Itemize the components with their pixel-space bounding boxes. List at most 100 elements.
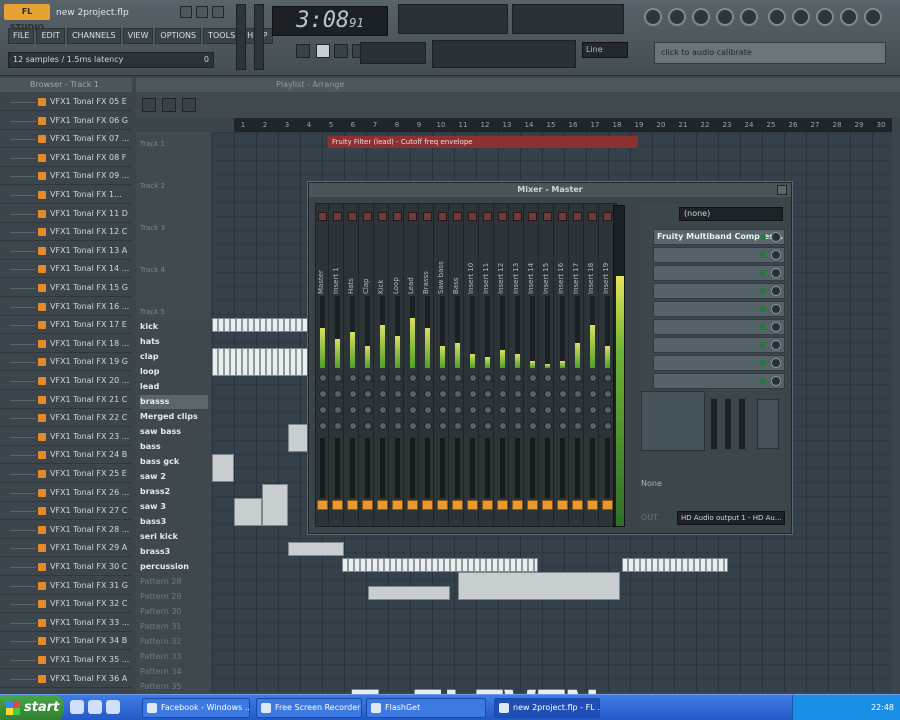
channel-knob[interactable] (499, 390, 507, 398)
pattern-item[interactable]: Merged clips (140, 410, 208, 424)
volume-fader[interactable] (485, 438, 490, 498)
mixer-channel[interactable]: Insert 16 (556, 204, 569, 526)
channel-knob[interactable] (469, 422, 477, 430)
mute-button[interactable] (573, 212, 582, 221)
channel-knob[interactable] (334, 390, 342, 398)
eq-display[interactable] (641, 391, 705, 451)
channel-knob[interactable] (439, 374, 447, 382)
pattern-item[interactable]: kick (140, 320, 208, 334)
mixer-channel[interactable]: Loop (391, 204, 404, 526)
slot-enable-led[interactable] (760, 360, 766, 366)
mute-button[interactable] (588, 212, 597, 221)
channel-knob[interactable] (499, 374, 507, 382)
channel-knob[interactable] (589, 390, 597, 398)
mute-button[interactable] (543, 212, 552, 221)
media-icon[interactable] (88, 700, 102, 714)
slot-mix-knob[interactable] (771, 376, 781, 386)
mute-button[interactable] (333, 212, 342, 221)
browser-icon[interactable] (716, 8, 734, 26)
channel-knob[interactable] (394, 422, 402, 430)
browser-item[interactable]: VFX1 Tonal FX 08 F (0, 150, 132, 167)
browser-item[interactable]: VFX1 Tonal FX 1... (0, 187, 132, 204)
channel-knob[interactable] (529, 422, 537, 430)
track-name[interactable]: Track 3 (140, 224, 165, 232)
volume-fader[interactable] (575, 438, 580, 498)
channel-knob[interactable] (454, 422, 462, 430)
browser-item[interactable]: VFX1 Tonal FX 15 G (0, 280, 132, 297)
taskbar-item[interactable]: Facebook - Windows ... (142, 698, 250, 718)
master-volume-slider[interactable] (236, 4, 246, 70)
channel-knob[interactable] (409, 390, 417, 398)
channel-knob[interactable] (424, 374, 432, 382)
browser-item[interactable]: VFX1 Tonal FX 22 C (0, 410, 132, 428)
fx-slot[interactable] (653, 265, 785, 281)
fx-slot[interactable] (653, 319, 785, 335)
mute-button[interactable] (438, 212, 447, 221)
browser-item[interactable]: VFX1 Tonal FX 36 A (0, 671, 132, 688)
browser-item[interactable]: VFX1 Tonal FX 11 D (0, 206, 132, 223)
route-button[interactable] (422, 500, 433, 510)
fx-slot[interactable] (653, 247, 785, 263)
volume-fader[interactable] (530, 438, 535, 498)
browser-item[interactable]: VFX1 Tonal FX 35 ... (0, 652, 132, 669)
channel-knob[interactable] (379, 390, 387, 398)
mixer-channel[interactable]: Insert 15 (541, 204, 554, 526)
route-button[interactable] (587, 500, 598, 510)
browser-item[interactable]: VFX1 Tonal FX 06 G (0, 113, 132, 130)
slot-enable-led[interactable] (760, 306, 766, 312)
fx-slot[interactable] (653, 301, 785, 317)
slot-mix-knob[interactable] (771, 232, 781, 242)
channel-knob[interactable] (379, 374, 387, 382)
plugin-picker-icon[interactable] (792, 8, 810, 26)
mute-button[interactable] (558, 212, 567, 221)
browser-item[interactable]: VFX1 Tonal FX 24 B (0, 447, 132, 465)
channel-knob[interactable] (544, 390, 552, 398)
route-button[interactable] (527, 500, 538, 510)
mute-button[interactable] (408, 212, 417, 221)
fx-slot[interactable] (653, 355, 785, 371)
pattern-item[interactable]: hats (140, 335, 208, 349)
snap-dropdown[interactable]: Line (582, 42, 628, 58)
close-button[interactable] (212, 6, 224, 18)
mixer-close-button[interactable] (777, 185, 787, 195)
mute-button[interactable] (498, 212, 507, 221)
mixer-channel[interactable]: Insert 18 (586, 204, 599, 526)
mute-button[interactable] (363, 212, 372, 221)
automation-clip[interactable]: Fruity Filter (lead) - Cutoff freq envel… (328, 136, 638, 148)
mixer-channel[interactable]: Insert 17 (571, 204, 584, 526)
song-position-clock[interactable]: 3:0891 (272, 6, 388, 36)
browser-item[interactable]: VFX1 Tonal FX 13 A (0, 243, 132, 260)
browser-item[interactable]: VFX1 Tonal FX 31 G (0, 578, 132, 595)
channel-knob[interactable] (409, 406, 417, 414)
menu-edit[interactable]: EDIT (36, 28, 65, 44)
send-volume-slider[interactable] (757, 399, 779, 449)
channel-knob[interactable] (424, 406, 432, 414)
mute-button[interactable] (528, 212, 537, 221)
eq-fader-1[interactable] (711, 399, 717, 449)
browser-item[interactable]: VFX1 Tonal FX 34 B (0, 633, 132, 651)
fx-slot[interactable]: Fruity Multiband Compres... (653, 229, 785, 245)
browser-item[interactable]: VFX1 Tonal FX 09 ... (0, 168, 132, 186)
step-sequencer-icon[interactable] (668, 8, 686, 26)
pattern-song-toggle[interactable] (296, 44, 310, 58)
play-button[interactable] (316, 44, 330, 58)
pattern-item[interactable]: brass3 (140, 545, 208, 559)
pattern-item[interactable]: Pattern 28 (140, 575, 208, 589)
track-name[interactable]: Track 2 (140, 182, 165, 190)
browser-item[interactable]: VFX1 Tonal FX 25 E (0, 466, 132, 483)
volume-fader[interactable] (560, 438, 565, 498)
slot-enable-led[interactable] (760, 378, 766, 384)
fx-slot[interactable] (653, 283, 785, 299)
channel-knob[interactable] (364, 374, 372, 382)
pattern-item[interactable]: loop (140, 365, 208, 379)
taskbar-item[interactable]: Free Screen Recorder (256, 698, 362, 718)
channel-knob[interactable] (604, 422, 612, 430)
mute-button[interactable] (423, 212, 432, 221)
volume-fader[interactable] (455, 438, 460, 498)
volume-fader[interactable] (515, 438, 520, 498)
channel-knob[interactable] (454, 406, 462, 414)
pattern-item[interactable]: Pattern 32 (140, 635, 208, 649)
mixer-channel[interactable]: Master (316, 204, 329, 526)
channel-knob[interactable] (349, 374, 357, 382)
browser-item[interactable]: VFX1 Tonal FX 14 ... (0, 261, 132, 279)
